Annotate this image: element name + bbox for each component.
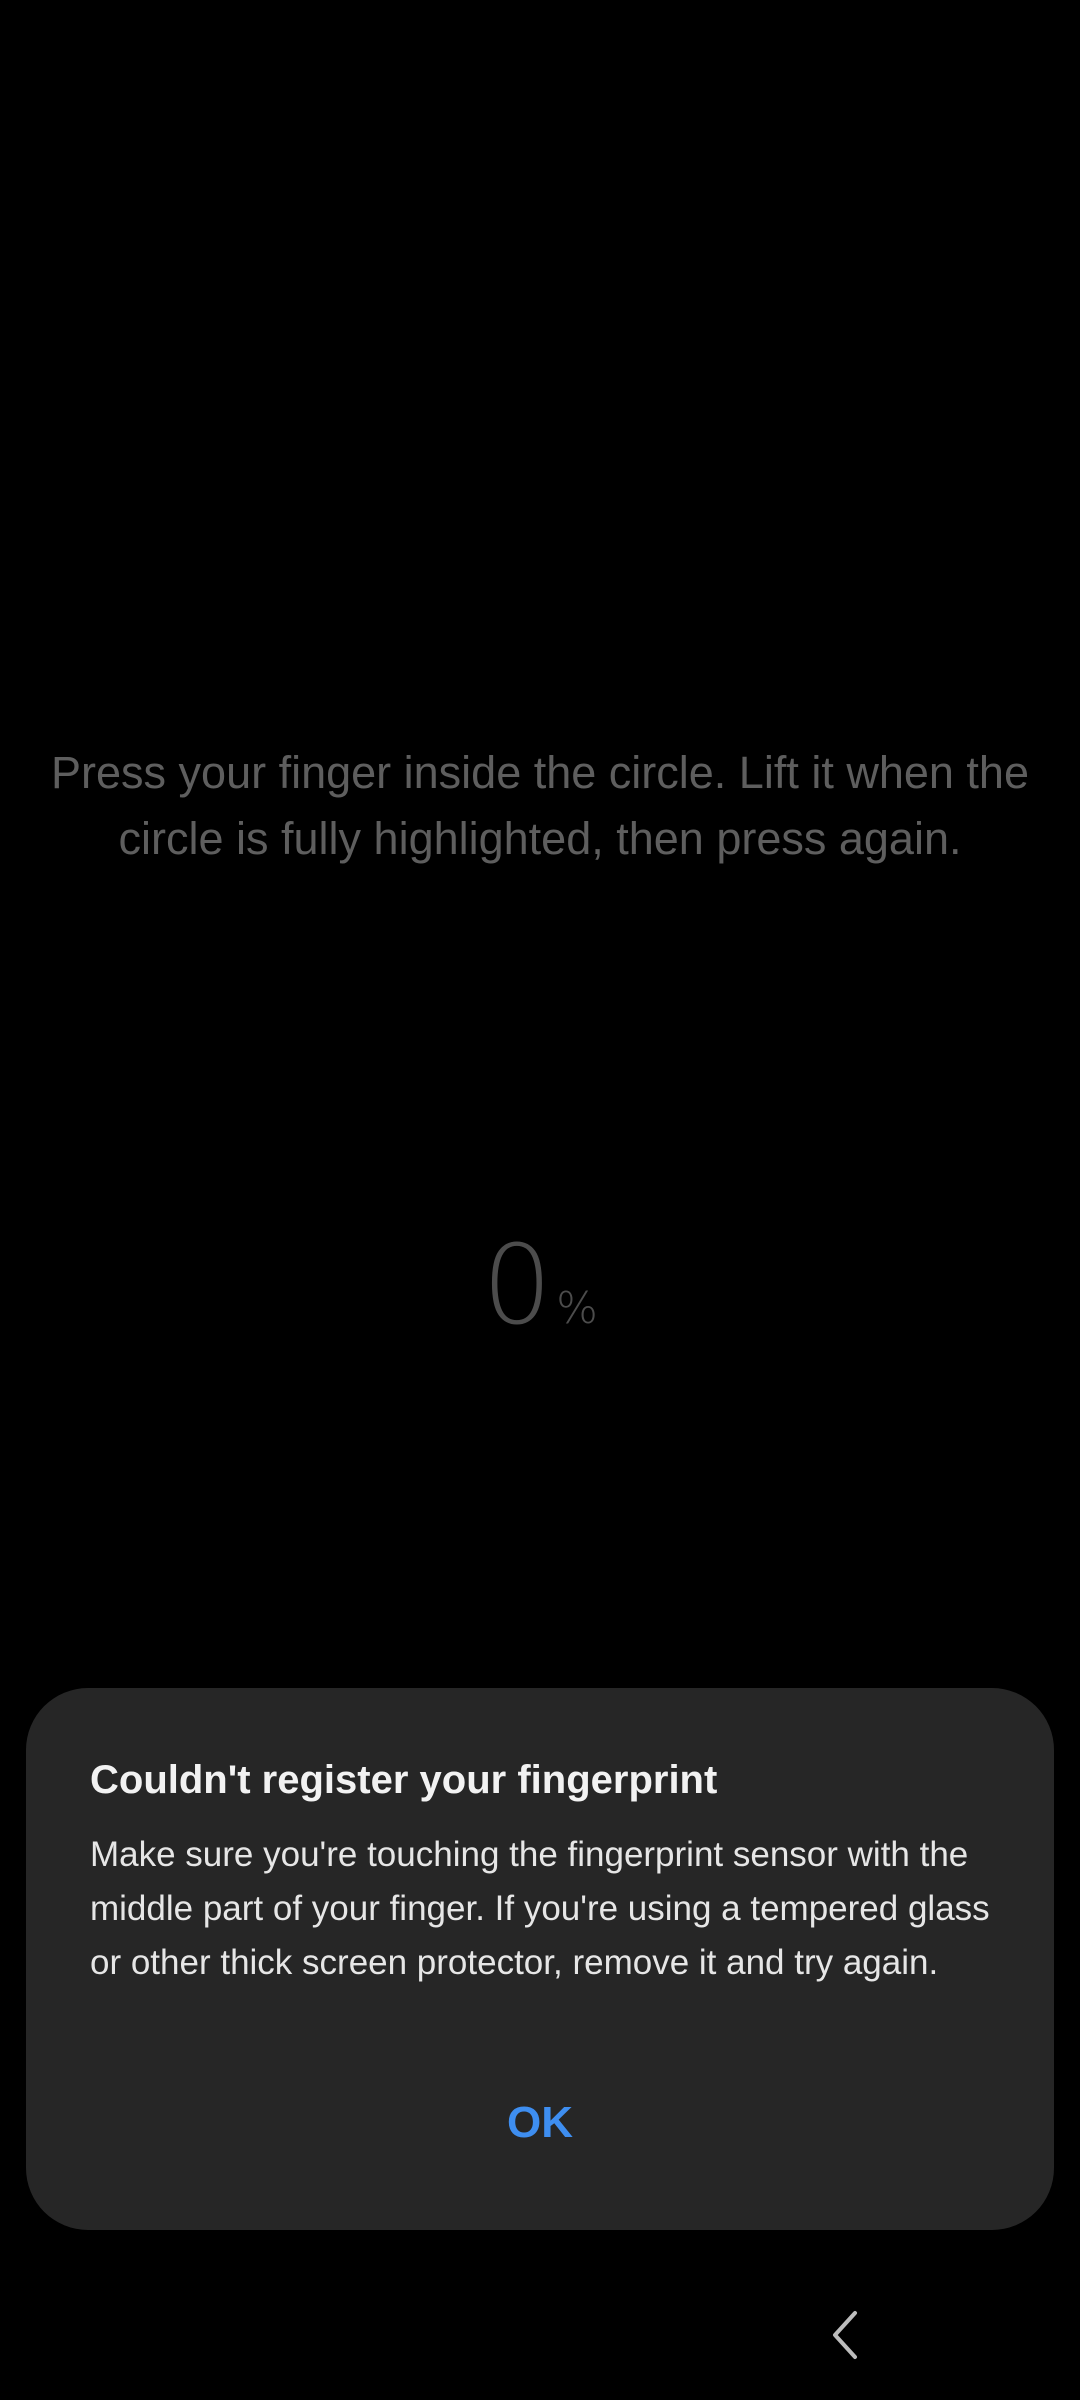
dialog-message: Make sure you're touching the fingerprin… — [90, 1835, 990, 1982]
dialog-title: Couldn't register your fingerprint — [90, 1758, 718, 1802]
navigation-bar — [0, 2280, 1080, 2400]
progress-unit: % — [556, 1283, 598, 1334]
back-button[interactable] — [805, 2280, 885, 2390]
progress-indicator: 0 % — [0, 1225, 1080, 1345]
progress-value: 0 — [482, 1221, 552, 1349]
chevron-left-icon — [833, 2311, 857, 2359]
fingerprint-registration-screen: Press your finger inside the circle. Lif… — [0, 0, 1080, 2400]
instruction-text: Press your finger inside the circle. Lif… — [51, 747, 1029, 864]
error-dialog: Couldn't register your fingerprint Make … — [26, 1688, 1054, 2230]
ok-button[interactable]: OK — [440, 2078, 640, 2168]
